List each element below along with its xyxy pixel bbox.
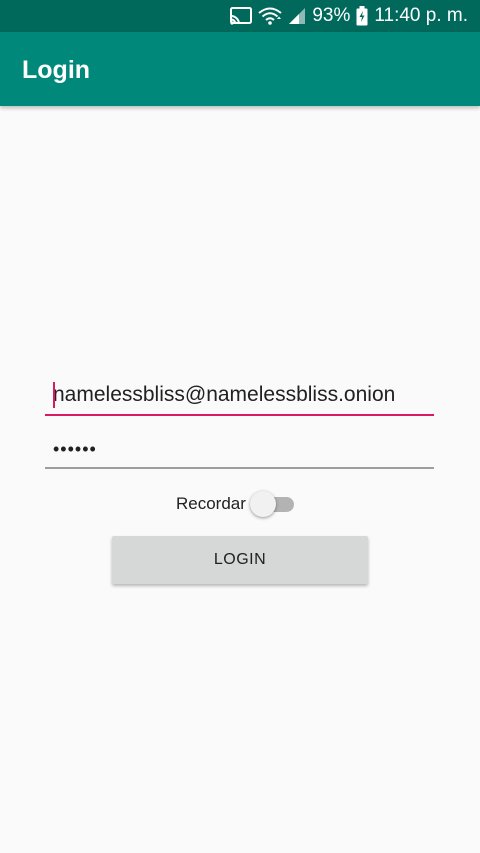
email-field-container (45, 376, 434, 416)
clock: 11:40 p. m. (374, 5, 468, 26)
remember-row: Recordar (176, 488, 298, 520)
cast-icon (230, 7, 253, 25)
login-screen: 93% 11:40 p. m. Login Recordar LOGIN (0, 0, 480, 853)
password-field-container (45, 432, 434, 469)
wifi-icon (258, 7, 282, 25)
status-icons: 93% 11:40 p. m. (230, 0, 468, 32)
remember-switch[interactable] (249, 488, 298, 520)
email-field[interactable] (45, 376, 434, 414)
text-cursor (53, 382, 55, 408)
signal-icon (288, 7, 306, 25)
remember-label: Recordar (176, 494, 246, 513)
app-bar: Login (0, 32, 480, 106)
battery-icon (356, 6, 368, 26)
status-bar: 93% 11:40 p. m. (0, 0, 480, 32)
battery-percentage: 93% (312, 5, 351, 26)
switch-thumb (249, 491, 276, 517)
app-title: Login (22, 56, 91, 84)
password-field[interactable] (45, 432, 434, 467)
login-button[interactable]: LOGIN (112, 536, 368, 584)
